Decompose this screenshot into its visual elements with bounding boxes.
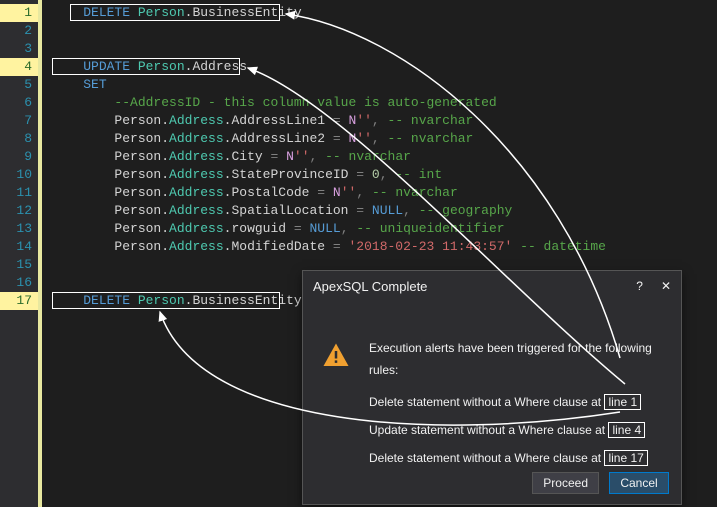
code-line[interactable]: --AddressID - this column value is auto-… <box>52 94 717 112</box>
code-line[interactable]: Person.Address.AddressLine2 = N'', -- nv… <box>52 130 717 148</box>
alert-rule: Delete statement without a Where clause … <box>369 391 663 413</box>
dialog-text: Execution alerts have been triggered for… <box>369 337 663 475</box>
line-number: 17 <box>0 292 38 310</box>
dialog-title: ApexSQL Complete <box>313 279 427 294</box>
line-number: 16 <box>0 274 38 292</box>
dialog-header: ApexSQL Complete ? ✕ <box>303 271 681 301</box>
close-icon[interactable]: ✕ <box>661 279 671 293</box>
alert-dialog: ApexSQL Complete ? ✕ Execution alerts ha… <box>302 270 682 505</box>
cancel-button[interactable]: Cancel <box>609 472 669 494</box>
line-reference: line 17 <box>604 450 647 466</box>
line-number: 12 <box>0 202 38 220</box>
line-number: 3 <box>0 40 38 58</box>
line-number: 1 <box>0 4 38 22</box>
line-number: 5 <box>0 76 38 94</box>
line-number: 2 <box>0 22 38 40</box>
code-line[interactable] <box>52 40 717 58</box>
code-line[interactable]: Person.Address.ModifiedDate = '2018-02-2… <box>52 238 717 256</box>
warning-icon <box>321 341 351 371</box>
line-number: 14 <box>0 238 38 256</box>
dialog-intro: Execution alerts have been triggered for… <box>369 337 663 381</box>
dialog-rules: Delete statement without a Where clause … <box>369 391 663 469</box>
code-line[interactable]: Person.Address.AddressLine1 = N'', -- nv… <box>52 112 717 130</box>
code-line[interactable]: Person.Address.StateProvinceID = 0, -- i… <box>52 166 717 184</box>
line-reference: line 4 <box>608 422 645 438</box>
line-number-gutter: 1234567891011121314151617 <box>0 0 38 507</box>
code-line[interactable]: UPDATE Person.Address <box>52 58 717 76</box>
code-line[interactable]: Person.Address.PostalCode = N'', -- nvar… <box>52 184 717 202</box>
line-number: 11 <box>0 184 38 202</box>
code-line[interactable]: DELETE Person.BusinessEntity <box>52 4 717 22</box>
code-line[interactable] <box>52 22 717 40</box>
line-number: 6 <box>0 94 38 112</box>
line-number: 8 <box>0 130 38 148</box>
code-line[interactable]: Person.Address.SpatialLocation = NULL, -… <box>52 202 717 220</box>
line-number: 9 <box>0 148 38 166</box>
code-line[interactable]: Person.Address.rowguid = NULL, -- unique… <box>52 220 717 238</box>
code-line[interactable]: SET <box>52 76 717 94</box>
code-line[interactable]: Person.Address.City = N'', -- nvarchar <box>52 148 717 166</box>
help-icon[interactable]: ? <box>636 279 643 293</box>
line-number: 10 <box>0 166 38 184</box>
alert-rule: Update statement without a Where clause … <box>369 419 663 441</box>
line-number: 4 <box>0 58 38 76</box>
line-number: 15 <box>0 256 38 274</box>
line-reference: line 1 <box>604 394 641 410</box>
proceed-button[interactable]: Proceed <box>532 472 599 494</box>
alert-rule: Delete statement without a Where clause … <box>369 447 663 469</box>
line-number: 13 <box>0 220 38 238</box>
line-number: 7 <box>0 112 38 130</box>
